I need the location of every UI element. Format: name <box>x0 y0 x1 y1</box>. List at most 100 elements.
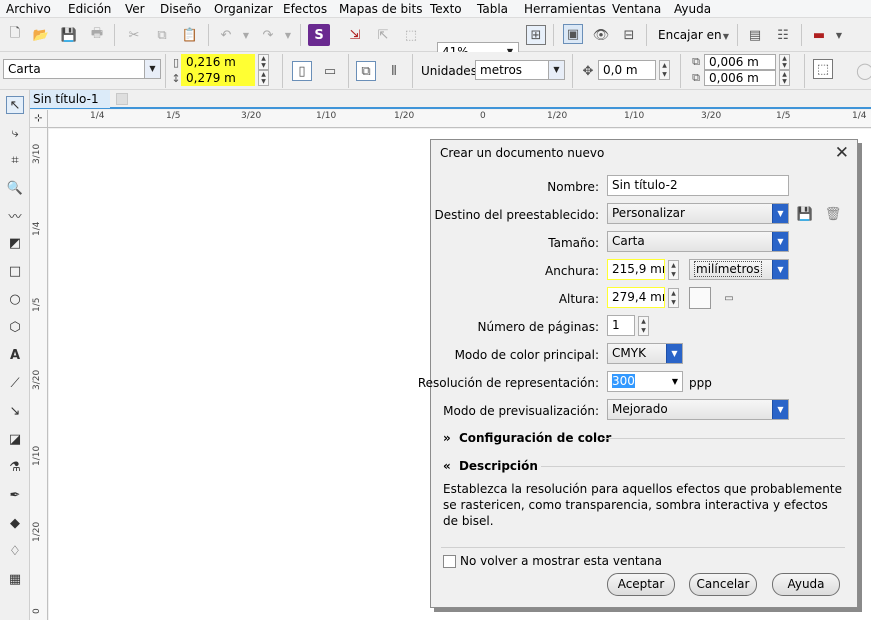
unit-select[interactable]: milímetros ▼ <box>689 259 789 280</box>
import-icon[interactable]: ⇲ <box>345 25 365 45</box>
drop-shadow-tool-icon[interactable]: ◪ <box>6 430 24 448</box>
landscape-icon[interactable]: ▭ <box>320 61 340 81</box>
eyedropper-tool-icon[interactable]: ✒ <box>6 486 24 504</box>
polygon-tool-icon[interactable]: ⬡ <box>6 318 24 336</box>
dimension-tool-icon[interactable]: ⟋ <box>6 374 24 392</box>
duplicate-x-spinner[interactable]: ▲ ▼ <box>779 54 790 70</box>
snap-to-label[interactable]: Encajar en <box>658 28 722 42</box>
preset-select[interactable]: Personalizar ▼ <box>607 203 789 224</box>
chevron-down-icon[interactable]: ▼ <box>236 25 256 45</box>
color-settings-section[interactable]: » Configuración de color <box>443 431 611 445</box>
dont-show-checkbox[interactable] <box>443 555 456 568</box>
view-icon[interactable]: 👁 <box>591 25 611 45</box>
page-width-field[interactable]: 0,216 m <box>181 54 255 70</box>
open-folder-icon[interactable]: 📂 <box>31 25 51 45</box>
menu-ventana[interactable]: Ventana <box>612 1 661 17</box>
new-tab-button[interactable] <box>116 93 128 105</box>
options-icon[interactable]: ☷ <box>773 25 793 45</box>
menu-ver[interactable]: Ver <box>125 1 145 17</box>
menu-diseno[interactable]: Diseño <box>160 1 201 17</box>
pages-field[interactable]: 1 <box>607 315 635 336</box>
shape-tool-icon[interactable]: ⤷ <box>6 124 24 142</box>
name-field[interactable]: Sin título-2 <box>607 175 789 196</box>
publish-icon[interactable]: ⬚ <box>401 25 421 45</box>
resolution-field[interactable]: 300 ▼ <box>607 371 683 392</box>
horizontal-ruler[interactable]: 1/4 1/5 3/20 1/10 1/20 0 1/20 1/10 3/20 … <box>48 110 871 128</box>
close-icon[interactable]: ✕ <box>835 143 849 163</box>
copy-icon[interactable]: ⧉ <box>152 25 172 45</box>
crop-tool-icon[interactable]: ⌗ <box>6 151 24 169</box>
freehand-tool-icon[interactable]: 〰 <box>6 206 24 225</box>
text-tool-icon[interactable]: A <box>6 346 24 364</box>
help-button[interactable]: Ayuda <box>772 573 840 596</box>
welcome-screen-icon[interactable]: ▤ <box>745 25 765 45</box>
preview-mode-select[interactable]: Mejorado ▼ <box>607 399 789 420</box>
page-height-spinner[interactable]: ▲ ▼ <box>258 70 269 86</box>
document-tab[interactable]: Sin título-1 <box>30 90 110 108</box>
menu-ayuda[interactable]: Ayuda <box>674 1 711 17</box>
smart-drawing-tool-icon[interactable]: ♢ <box>6 542 24 560</box>
smart-fill-tool-icon[interactable]: ◩ <box>6 234 24 252</box>
menu-efectos[interactable]: Efectos <box>283 1 327 17</box>
page-width-spinner[interactable]: ▲ ▼ <box>258 54 269 70</box>
search-content-icon[interactable]: S <box>308 24 330 46</box>
menu-herramientas[interactable]: Herramientas <box>524 1 606 17</box>
redo-icon[interactable]: ↷ <box>258 25 278 45</box>
all-pages-icon[interactable]: ⧉ <box>356 61 376 81</box>
connector-tool-icon[interactable]: ↘ <box>6 402 24 420</box>
size-select[interactable]: Carta ▼ <box>607 231 789 252</box>
portrait-icon[interactable]: ▯ <box>292 61 312 81</box>
cancel-button[interactable]: Cancelar <box>689 573 757 596</box>
save-icon[interactable]: 💾 <box>59 25 79 45</box>
ellipse-tool-icon[interactable]: ○ <box>6 290 24 308</box>
pick-tool-icon[interactable]: ↖ <box>6 96 24 114</box>
paste-icon[interactable]: 📋 <box>180 25 200 45</box>
export-icon[interactable]: ⇱ <box>373 25 393 45</box>
chevron-down-icon[interactable]: ▼ <box>829 25 849 45</box>
menu-archivo[interactable]: Archivo <box>6 1 51 17</box>
menu-mapas-de-bits[interactable]: Mapas de bits <box>339 1 422 17</box>
zoom-tool-icon[interactable]: 🔍 <box>6 179 24 197</box>
duplicate-y-spinner[interactable]: ▲ ▼ <box>779 70 790 86</box>
treat-as-filled-icon[interactable]: ⬚ <box>813 59 833 79</box>
width-spinner[interactable]: ▲ ▼ <box>668 260 679 280</box>
new-document-icon[interactable]: 🗋 <box>5 25 25 45</box>
landscape-orientation-icon[interactable]: ▭ <box>719 288 739 308</box>
page-height-field[interactable]: 0,279 m <box>181 70 255 86</box>
interactive-fill-tool-icon[interactable]: ◆ <box>6 514 24 532</box>
print-icon[interactable]: 🖶 <box>87 25 107 45</box>
portrait-orientation-icon[interactable] <box>689 287 711 309</box>
height-spinner[interactable]: ▲ ▼ <box>668 288 679 308</box>
nudge-distance-field[interactable]: 0,0 m <box>598 60 656 80</box>
duplicate-x-field[interactable]: 0,006 m <box>704 54 776 70</box>
zoom-fit-icon[interactable]: ⊞ <box>526 25 546 45</box>
cut-icon[interactable]: ✂ <box>124 25 144 45</box>
menu-tabla[interactable]: Tabla <box>477 1 508 17</box>
menu-edicion[interactable]: Edición <box>68 1 111 17</box>
page-preset-select[interactable]: Carta ▼ <box>3 59 161 79</box>
duplicate-y-field[interactable]: 0,006 m <box>704 70 776 86</box>
transparency-tool-icon[interactable]: ⚗ <box>6 458 24 476</box>
chevron-down-icon[interactable]: ▼ <box>278 25 298 45</box>
app-launcher-icon[interactable]: ▬ <box>809 25 829 45</box>
ruler-origin-icon[interactable]: ⊹ <box>30 110 48 128</box>
units-select[interactable]: metros ▼ <box>475 60 565 80</box>
width-field[interactable]: 215,9 mm <box>607 259 665 280</box>
rulers-icon[interactable]: ⊟ <box>619 25 639 45</box>
nudge-spinner[interactable]: ▲ ▼ <box>659 60 670 80</box>
mesh-fill-tool-icon[interactable]: ▦ <box>6 570 24 588</box>
color-mode-select[interactable]: CMYK ▼ <box>607 343 683 364</box>
vertical-ruler[interactable]: 3/10 1/4 1/5 3/20 1/10 1/20 0 <box>30 128 48 620</box>
delete-preset-icon[interactable]: 🗑 <box>823 204 843 224</box>
menu-texto[interactable]: Texto <box>430 1 462 17</box>
ok-button[interactable]: Aceptar <box>607 573 675 596</box>
chevron-down-icon[interactable]: ▼ <box>716 26 736 46</box>
circle-icon[interactable]: ◯ <box>855 60 871 80</box>
rectangle-tool-icon[interactable]: □ <box>6 262 24 280</box>
height-field[interactable]: 279,4 mm <box>607 287 665 308</box>
pages-spinner[interactable]: ▲ ▼ <box>638 316 649 336</box>
full-screen-icon[interactable]: ▣ <box>563 24 583 44</box>
description-section[interactable]: « Descripción <box>443 459 538 473</box>
undo-icon[interactable]: ↶ <box>216 25 236 45</box>
menu-organizar[interactable]: Organizar <box>214 1 273 17</box>
